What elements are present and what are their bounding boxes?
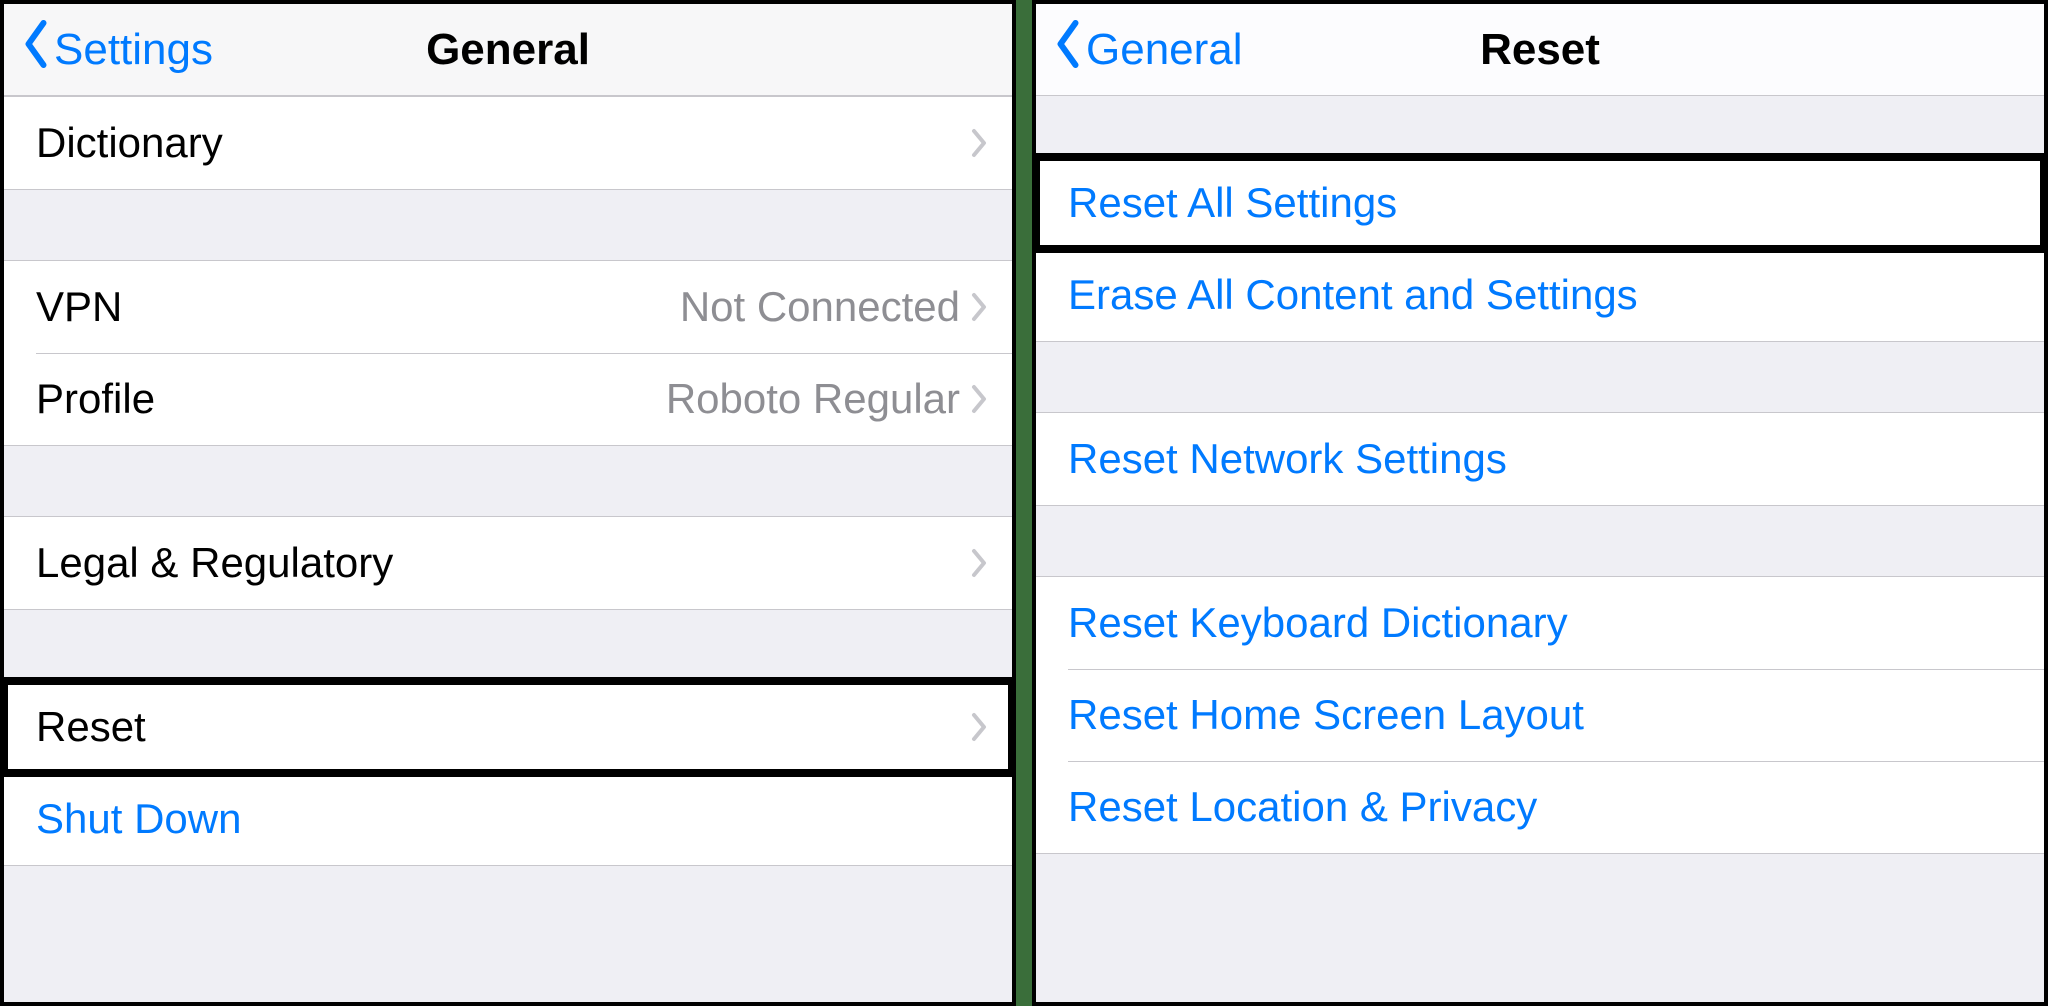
group-reset-erase: Reset All Settings Erase All Content and… [1036, 156, 2044, 342]
chevron-left-icon [20, 20, 52, 79]
chevron-right-icon [970, 383, 988, 415]
section-gap [1036, 506, 2044, 576]
row-vpn[interactable]: VPN Not Connected [4, 261, 1012, 353]
row-reset-location[interactable]: Reset Location & Privacy [1036, 761, 2044, 853]
back-label: General [1086, 25, 1243, 75]
navbar-reset: General Reset [1036, 4, 2044, 96]
chevron-right-icon [970, 127, 988, 159]
page-title-reset: Reset [1480, 25, 1600, 75]
general-settings-pane: Settings General Dictionary VPN Not Conn… [0, 0, 1016, 1006]
row-detail-value: Roboto Regular [666, 375, 960, 423]
navbar-general: Settings General [4, 4, 1012, 96]
general-content: Dictionary VPN Not Connected Profile R [4, 96, 1012, 1002]
row-shut-down[interactable]: Shut Down [4, 773, 1012, 865]
row-reset[interactable]: Reset [4, 681, 1012, 773]
chevron-right-icon [970, 711, 988, 743]
chevron-left-icon [1052, 20, 1084, 79]
row-legal-regulatory[interactable]: Legal & Regulatory [4, 517, 1012, 609]
reset-content: Reset All Settings Erase All Content and… [1036, 96, 2044, 1002]
row-label: Shut Down [36, 795, 241, 843]
row-label: Reset [36, 703, 146, 751]
section-gap [4, 610, 1012, 680]
row-reset-keyboard[interactable]: Reset Keyboard Dictionary [1036, 577, 2044, 669]
row-label: Reset All Settings [1068, 179, 1397, 227]
page-title-general: General [426, 25, 590, 75]
row-dictionary[interactable]: Dictionary [4, 97, 1012, 189]
row-reset-home[interactable]: Reset Home Screen Layout [1036, 669, 2044, 761]
row-profile[interactable]: Profile Roboto Regular [4, 353, 1012, 445]
row-erase-all[interactable]: Erase All Content and Settings [1036, 249, 2044, 341]
row-detail-value: Not Connected [680, 283, 960, 331]
row-label: Erase All Content and Settings [1068, 271, 1638, 319]
row-reset-all-settings[interactable]: Reset All Settings [1036, 157, 2044, 249]
row-reset-network[interactable]: Reset Network Settings [1036, 413, 2044, 505]
group-reset-shutdown: Reset Shut Down [4, 680, 1012, 866]
row-label: Reset Keyboard Dictionary [1068, 599, 1568, 647]
row-label: Legal & Regulatory [36, 539, 393, 587]
group-reset-network: Reset Network Settings [1036, 412, 2044, 506]
back-button-settings[interactable]: Settings [20, 20, 213, 79]
back-button-general[interactable]: General [1052, 20, 1243, 79]
row-label: Dictionary [36, 119, 223, 167]
group-legal: Legal & Regulatory [4, 516, 1012, 610]
chevron-right-icon [970, 291, 988, 323]
row-label: Profile [36, 375, 155, 423]
row-label: Reset Home Screen Layout [1068, 691, 1584, 739]
row-label: VPN [36, 283, 122, 331]
reset-settings-pane: General Reset Reset All Settings Erase A… [1032, 0, 2048, 1006]
group-reset-misc: Reset Keyboard Dictionary Reset Home Scr… [1036, 576, 2044, 854]
section-gap [1036, 96, 2044, 156]
section-gap [4, 446, 1012, 516]
back-label: Settings [54, 25, 213, 75]
group-dictionary: Dictionary [4, 96, 1012, 190]
row-label: Reset Network Settings [1068, 435, 1507, 483]
group-vpn-profile: VPN Not Connected Profile Roboto Regular [4, 260, 1012, 446]
section-gap [1036, 342, 2044, 412]
section-gap [4, 190, 1012, 260]
chevron-right-icon [970, 547, 988, 579]
row-label: Reset Location & Privacy [1068, 783, 1537, 831]
